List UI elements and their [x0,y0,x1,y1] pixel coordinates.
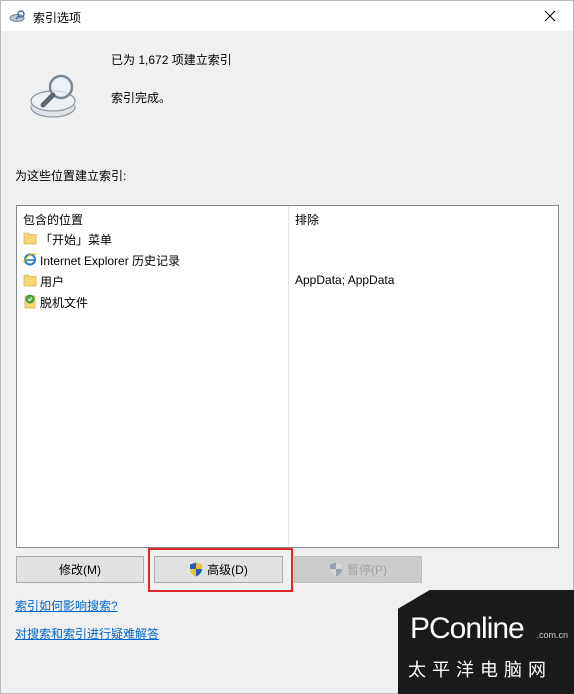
row-location: 脱机文件 [40,296,89,310]
row-location: 「开始」菜单 [40,233,113,247]
pause-button[interactable]: 暂停(P) [294,556,422,583]
highlight-annotation [148,548,293,592]
modify-button-label: 修改(M) [59,563,101,577]
watermark: PConline .com.cn 太平洋电脑网 [398,590,574,694]
row-location: Internet Explorer 历史记录 [40,254,181,268]
how-indexing-affects-search-link[interactable]: 索引如何影响搜索? [15,597,118,614]
folder-icon [23,232,37,245]
table-row[interactable]: 用户 AppData; AppData [17,270,557,290]
index-status-text: 索引完成。 [111,91,172,105]
row-location: 用户 [40,275,65,289]
column-header-excluded[interactable]: 排除 [295,211,319,228]
section-label: 为这些位置建立索引: [15,169,127,183]
close-button[interactable] [527,1,573,31]
uac-shield-icon [330,562,342,577]
indexing-options-icon [9,10,25,22]
close-icon [544,10,556,22]
watermark-sub: 太平洋电脑网 [408,660,552,681]
troubleshoot-search-link[interactable]: 对搜索和索引进行疑难解答 [15,625,159,642]
locations-list[interactable]: 包含的位置 排除 「开始」菜单 Internet Explorer 历史记录 用… [16,205,559,548]
watermark-brand: PConline [410,612,525,645]
table-row[interactable]: Internet Explorer 历史记录 [17,249,557,269]
column-header-included[interactable]: 包含的位置 [23,211,83,228]
indexing-options-window: 索引选项 已为 1,672 项建立索引 索引完成。 为这些位置建立索引: 包含的… [0,0,574,694]
title-bar[interactable]: 索引选项 [1,1,573,31]
row-exclude: AppData; AppData [295,273,395,287]
pause-button-label: 暂停(P) [347,563,387,577]
internet-explorer-icon [23,253,37,266]
table-row[interactable]: 脱机文件 [17,291,557,311]
watermark-suffix: .com.cn [536,630,568,640]
index-count-text: 已为 1,672 项建立索引 [111,53,232,67]
index-drive-icon [30,74,76,118]
folder-icon [23,274,37,287]
window-title: 索引选项 [33,11,82,25]
table-row[interactable]: 「开始」菜单 [17,228,557,248]
offline-files-icon [24,294,36,309]
modify-button[interactable]: 修改(M) [16,556,144,583]
